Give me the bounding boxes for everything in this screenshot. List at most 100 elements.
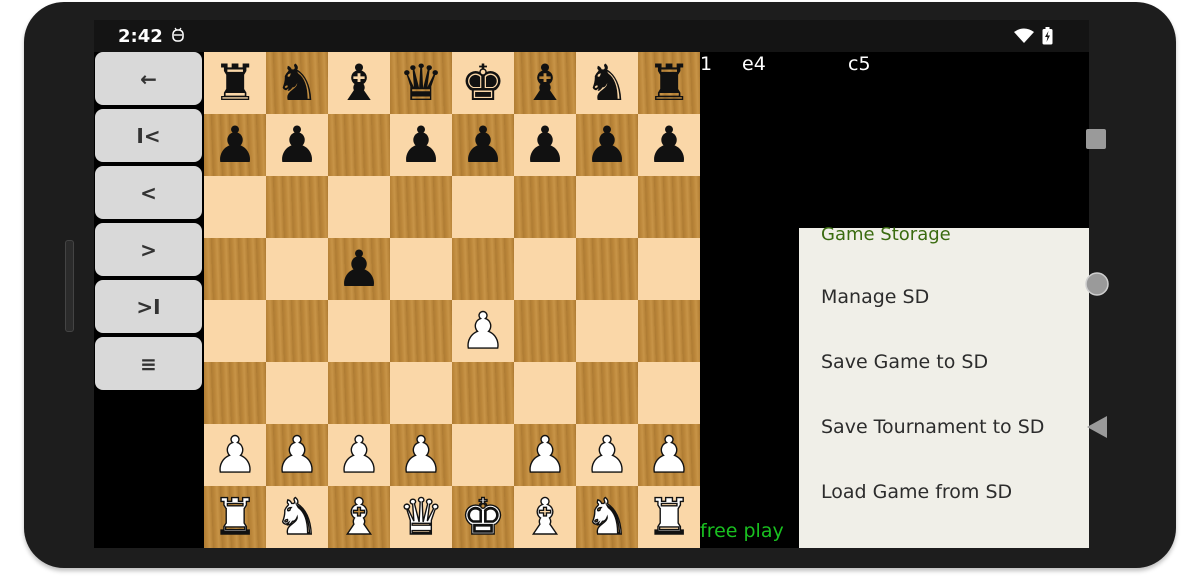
square-c4[interactable] <box>328 300 390 362</box>
white-bishop-icon[interactable]: ♝ <box>522 491 568 542</box>
white-pawn-icon[interactable]: ♟ <box>336 429 382 480</box>
square-a3[interactable] <box>204 362 266 424</box>
square-e7[interactable]: ♟ <box>452 114 514 176</box>
menu-item-save-game[interactable]: Save Game to SD <box>821 351 988 373</box>
square-e4[interactable]: ♟ <box>452 300 514 362</box>
square-a6[interactable] <box>204 176 266 238</box>
square-f4[interactable] <box>514 300 576 362</box>
black-queen-icon[interactable]: ♛ <box>399 58 444 108</box>
black-pawn-icon[interactable]: ♟ <box>461 120 506 170</box>
black-bishop-icon[interactable]: ♝ <box>337 58 382 108</box>
square-f6[interactable] <box>514 176 576 238</box>
square-e6[interactable] <box>452 176 514 238</box>
white-pawn-icon[interactable]: ♟ <box>212 429 258 480</box>
black-pawn-icon[interactable]: ♟ <box>213 120 258 170</box>
white-queen-icon[interactable]: ♛ <box>398 491 444 542</box>
square-c1[interactable]: ♝ <box>328 486 390 548</box>
square-a8[interactable]: ♜ <box>204 52 266 114</box>
square-b7[interactable]: ♟ <box>266 114 328 176</box>
square-c3[interactable] <box>328 362 390 424</box>
square-f7[interactable]: ♟ <box>514 114 576 176</box>
black-pawn-icon[interactable]: ♟ <box>523 120 568 170</box>
square-d8[interactable]: ♛ <box>390 52 452 114</box>
square-a1[interactable]: ♜ <box>204 486 266 548</box>
white-knight-icon[interactable]: ♞ <box>584 491 630 542</box>
black-bishop-icon[interactable]: ♝ <box>523 58 568 108</box>
square-h5[interactable] <box>638 238 700 300</box>
square-g8[interactable]: ♞ <box>576 52 638 114</box>
white-move[interactable]: e4 <box>742 53 766 75</box>
black-pawn-icon[interactable]: ♟ <box>337 244 382 294</box>
square-d4[interactable] <box>390 300 452 362</box>
black-rook-icon[interactable]: ♜ <box>647 58 692 108</box>
menu-button[interactable]: ≡ <box>95 337 202 390</box>
square-d3[interactable] <box>390 362 452 424</box>
square-a2[interactable]: ♟ <box>204 424 266 486</box>
white-king-icon[interactable]: ♚ <box>460 491 506 542</box>
square-b5[interactable] <box>266 238 328 300</box>
square-d5[interactable] <box>390 238 452 300</box>
back-arrow-button[interactable]: ← <box>95 52 202 105</box>
square-b2[interactable]: ♟ <box>266 424 328 486</box>
menu-item-save-tournament[interactable]: Save Tournament to SD <box>821 416 1044 438</box>
white-pawn-icon[interactable]: ♟ <box>398 429 444 480</box>
white-pawn-icon[interactable]: ♟ <box>460 305 506 356</box>
square-h4[interactable] <box>638 300 700 362</box>
black-pawn-icon[interactable]: ♟ <box>585 120 630 170</box>
square-f1[interactable]: ♝ <box>514 486 576 548</box>
square-f5[interactable] <box>514 238 576 300</box>
square-h7[interactable]: ♟ <box>638 114 700 176</box>
black-knight-icon[interactable]: ♞ <box>585 58 630 108</box>
square-h2[interactable]: ♟ <box>638 424 700 486</box>
square-g7[interactable]: ♟ <box>576 114 638 176</box>
square-e1[interactable]: ♚ <box>452 486 514 548</box>
menu-item-manage-sd[interactable]: Manage SD <box>821 286 929 308</box>
black-knight-icon[interactable]: ♞ <box>275 58 320 108</box>
square-c8[interactable]: ♝ <box>328 52 390 114</box>
square-h1[interactable]: ♜ <box>638 486 700 548</box>
white-pawn-icon[interactable]: ♟ <box>584 429 630 480</box>
square-e5[interactable] <box>452 238 514 300</box>
square-c6[interactable] <box>328 176 390 238</box>
square-b8[interactable]: ♞ <box>266 52 328 114</box>
black-king-icon[interactable]: ♚ <box>461 58 506 108</box>
square-a7[interactable]: ♟ <box>204 114 266 176</box>
prev-move-button[interactable]: < <box>95 166 202 219</box>
square-g6[interactable] <box>576 176 638 238</box>
next-move-button[interactable]: > <box>95 223 202 276</box>
first-move-button[interactable]: I< <box>95 109 202 162</box>
last-move-button[interactable]: >I <box>95 280 202 333</box>
square-d2[interactable]: ♟ <box>390 424 452 486</box>
white-knight-icon[interactable]: ♞ <box>274 491 320 542</box>
square-d1[interactable]: ♛ <box>390 486 452 548</box>
white-pawn-icon[interactable]: ♟ <box>274 429 320 480</box>
square-f3[interactable] <box>514 362 576 424</box>
square-e8[interactable]: ♚ <box>452 52 514 114</box>
menu-item-load-game[interactable]: Load Game from SD <box>821 481 1012 503</box>
white-rook-icon[interactable]: ♜ <box>212 491 258 542</box>
square-a5[interactable] <box>204 238 266 300</box>
square-c2[interactable]: ♟ <box>328 424 390 486</box>
square-g3[interactable] <box>576 362 638 424</box>
square-h6[interactable] <box>638 176 700 238</box>
recents-icon[interactable] <box>1085 128 1107 150</box>
square-f8[interactable]: ♝ <box>514 52 576 114</box>
square-f2[interactable]: ♟ <box>514 424 576 486</box>
square-a4[interactable] <box>204 300 266 362</box>
black-move[interactable]: c5 <box>848 53 871 75</box>
back-icon[interactable] <box>1086 415 1108 439</box>
square-h8[interactable]: ♜ <box>638 52 700 114</box>
chess-board[interactable]: ♜ ♞ ♝ ♛ ♚ ♝ ♞ ♜ ♟ ♟ ♟ ♟ ♟ ♟ ♟ ♟ ♟ ♟ ♟ ♟ ♟ ♟ ♟ ♟ ♜ ♞ ♝ ♛ ♚ ♝ ♞ ♜ <box>204 52 700 548</box>
square-c5[interactable]: ♟ <box>328 238 390 300</box>
square-b3[interactable] <box>266 362 328 424</box>
white-pawn-icon[interactable]: ♟ <box>646 429 692 480</box>
square-e3[interactable] <box>452 362 514 424</box>
square-e2[interactable] <box>452 424 514 486</box>
black-pawn-icon[interactable]: ♟ <box>275 120 320 170</box>
white-rook-icon[interactable]: ♜ <box>646 491 692 542</box>
black-pawn-icon[interactable]: ♟ <box>399 120 444 170</box>
square-d6[interactable] <box>390 176 452 238</box>
square-g5[interactable] <box>576 238 638 300</box>
home-icon[interactable] <box>1084 271 1110 297</box>
white-bishop-icon[interactable]: ♝ <box>336 491 382 542</box>
